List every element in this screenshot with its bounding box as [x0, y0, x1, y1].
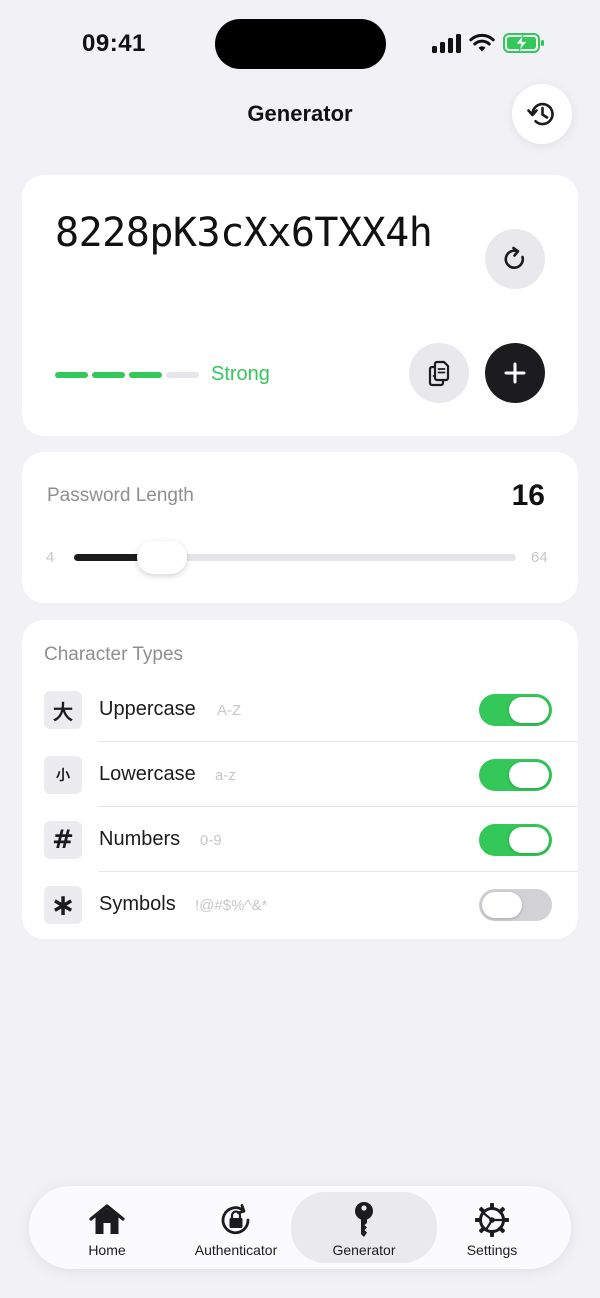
tab-generator[interactable]: Generator: [291, 1192, 437, 1263]
type-row-symbols: ∗ Symbols !@#$%^&*: [22, 872, 578, 937]
status-icons: [432, 32, 545, 54]
character-types-title: Character Types: [44, 644, 184, 665]
asterisk-icon: ∗: [44, 886, 82, 924]
regenerate-button[interactable]: [485, 229, 545, 289]
dynamic-island: [215, 19, 386, 69]
toggle-knob: [509, 762, 549, 788]
status-bar: 09:41: [0, 0, 600, 90]
lowercase-char-icon: 小: [44, 756, 82, 794]
length-min-label: 4: [46, 549, 55, 566]
uppercase-char-icon: 大: [44, 691, 82, 729]
refresh-icon: [504, 246, 525, 269]
numbers-toggle[interactable]: [479, 824, 552, 856]
plus-icon: [504, 362, 526, 384]
slider-thumb[interactable]: [137, 541, 187, 574]
type-label: Numbers: [99, 828, 181, 850]
battery-charging-icon: [503, 33, 544, 53]
strength-label: Strong: [211, 363, 270, 385]
password-length-card: Password Length 16 4 64: [22, 452, 578, 603]
house-icon: [89, 1204, 125, 1234]
strength-segment: [55, 371, 88, 378]
wifi-icon: [469, 33, 495, 52]
status-time: 09:41: [82, 30, 146, 57]
history-clock-icon: [527, 102, 554, 126]
type-label: Uppercase: [99, 698, 196, 720]
tab-label: Generator: [332, 1242, 396, 1258]
tab-settings[interactable]: Settings: [419, 1192, 565, 1263]
tab-label: Authenticator: [194, 1242, 278, 1258]
uppercase-toggle[interactable]: [479, 694, 552, 726]
length-slider[interactable]: [74, 541, 516, 574]
type-label: Symbols: [99, 893, 176, 915]
type-hint: 0-9: [200, 832, 222, 849]
length-value: 16: [511, 479, 545, 512]
lowercase-toggle[interactable]: [479, 759, 552, 791]
length-title: Password Length: [47, 485, 194, 506]
cellular-signal-icon: [432, 33, 461, 53]
strength-segment: [166, 371, 199, 378]
type-hint: A-Z: [217, 702, 242, 719]
hash-icon: #: [44, 821, 82, 859]
lock-rotate-icon: [221, 1204, 250, 1235]
strength-segment: [92, 371, 125, 378]
type-hint: !@#$%^&*: [195, 897, 268, 914]
toggle-knob: [482, 892, 522, 918]
password-card: 8228pK3cXx6TXX4h Strong: [22, 175, 578, 436]
toggle-knob: [509, 827, 549, 853]
toggle-knob: [509, 697, 549, 723]
type-row-lowercase: 小 Lowercase a-z: [22, 742, 578, 807]
tab-label: Settings: [466, 1242, 518, 1258]
copy-button[interactable]: [409, 343, 469, 403]
type-row-numbers: # Numbers 0-9: [22, 807, 578, 872]
page-title: Generator: [247, 101, 353, 126]
type-label: Lowercase: [99, 763, 196, 785]
type-hint: a-z: [215, 767, 236, 784]
tab-authenticator[interactable]: Authenticator: [163, 1192, 309, 1263]
copy-icon: [428, 360, 450, 387]
tab-label: Home: [88, 1242, 126, 1258]
strength-meter: Strong: [55, 363, 270, 386]
character-types-card: Character Types 大 Uppercase A-Z 小 Lowerc…: [22, 620, 578, 939]
tab-bar: Home Authenticator Generator Settings: [29, 1186, 571, 1269]
gear-icon: [475, 1203, 509, 1237]
strength-segment: [129, 371, 162, 378]
history-button[interactable]: [512, 84, 572, 144]
generated-password[interactable]: 8228pK3cXx6TXX4h: [55, 207, 475, 259]
type-row-uppercase: 大 Uppercase A-Z: [22, 677, 578, 742]
length-max-label: 64: [531, 549, 548, 566]
symbols-toggle[interactable]: [479, 889, 552, 921]
tab-home[interactable]: Home: [34, 1192, 180, 1263]
add-button[interactable]: [485, 343, 545, 403]
key-icon: [355, 1202, 373, 1237]
